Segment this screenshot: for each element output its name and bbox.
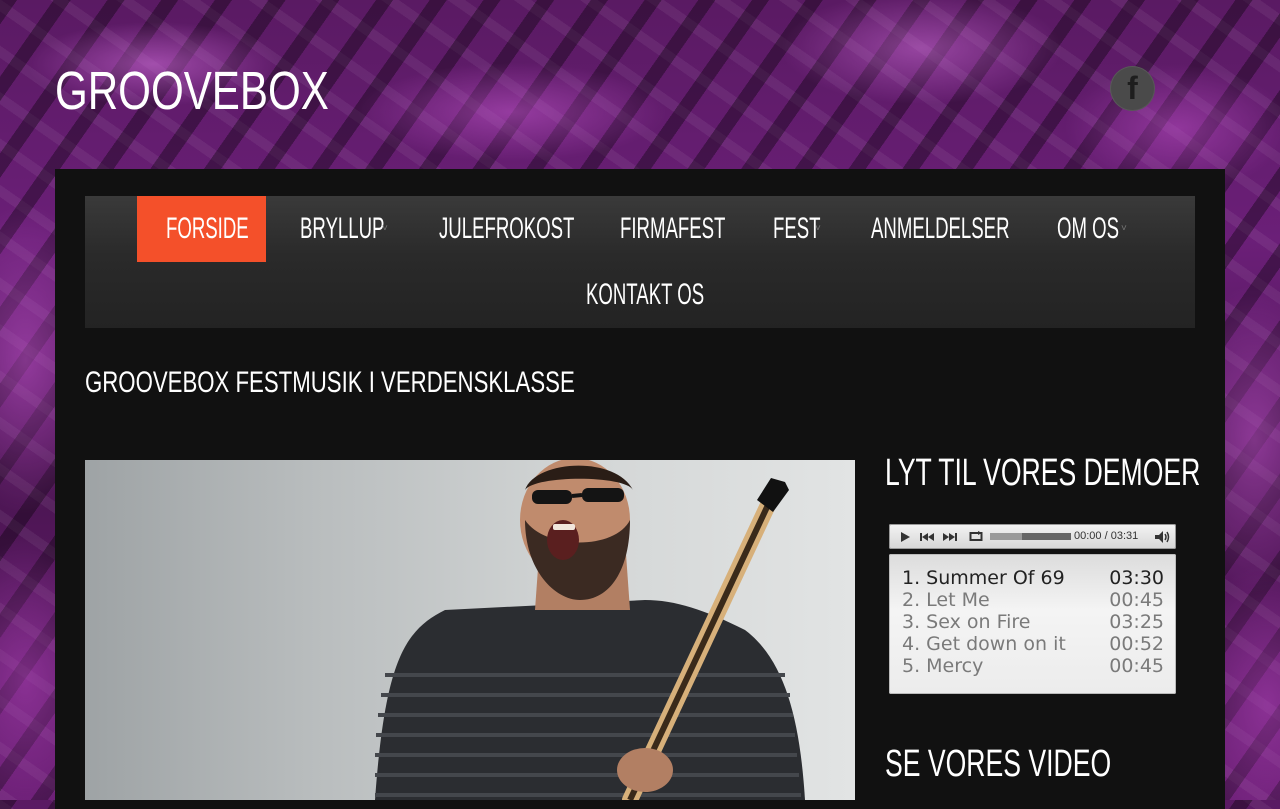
previous-icon[interactable] xyxy=(917,524,937,549)
time-separator: / xyxy=(1104,530,1108,542)
nav-item-firmafest[interactable]: FIRMAFEST xyxy=(620,196,790,262)
track-name: 5. Mercy xyxy=(902,655,984,677)
play-icon[interactable] xyxy=(895,524,915,549)
video-heading: SE VORES VIDEO xyxy=(885,743,1112,785)
track-name: 1. Summer Of 69 xyxy=(902,567,1065,589)
chevron-down-icon: ˅ xyxy=(1121,223,1127,234)
playlist: 1. Summer Of 69 03:30 2. Let Me 00:45 3.… xyxy=(889,554,1176,694)
hero-image xyxy=(85,460,855,800)
time-display: 00:00 / 03:31 xyxy=(1074,524,1138,549)
playlist-item[interactable]: 1. Summer Of 69 03:30 xyxy=(902,567,1164,589)
chevron-down-icon: ˅ xyxy=(815,223,821,234)
page-heading: GROOVEBOX FESTMUSIK I VERDENSKLASSE xyxy=(85,366,575,399)
nav-item-bryllup[interactable]: BRYLLUP ˅ xyxy=(300,196,436,262)
demo-heading: LYT TIL VORES DEMOER xyxy=(885,452,1201,494)
nav-item-forside[interactable]: FORSIDE xyxy=(137,196,266,262)
facebook-icon[interactable]: f xyxy=(1110,66,1155,111)
playlist-item[interactable]: 2. Let Me 00:45 xyxy=(902,589,1164,611)
main-nav: FORSIDE BRYLLUP ˅ JULEFROKOST FIRMAFEST … xyxy=(85,196,1195,328)
track-name: 4. Get down on it xyxy=(902,633,1066,655)
track-duration: 03:25 xyxy=(1109,611,1164,633)
site-title[interactable]: GROOVEBOX xyxy=(55,58,329,124)
progress-bar[interactable] xyxy=(990,533,1071,540)
repeat-icon[interactable] xyxy=(966,524,986,549)
track-name: 2. Let Me xyxy=(902,589,990,611)
nav-item-fest[interactable]: FEST ˅ xyxy=(773,196,850,262)
current-time: 00:00 xyxy=(1074,530,1102,542)
track-duration: 00:52 xyxy=(1109,633,1164,655)
next-icon[interactable] xyxy=(940,524,960,549)
guitarist-photo xyxy=(375,460,805,800)
playlist-item[interactable]: 3. Sex on Fire 03:25 xyxy=(902,611,1164,633)
total-time: 03:31 xyxy=(1110,530,1139,542)
facebook-glyph: f xyxy=(1127,70,1138,106)
playlist-item[interactable]: 4. Get down on it 00:52 xyxy=(902,633,1164,655)
chevron-down-icon: ˅ xyxy=(382,223,388,234)
track-duration: 03:30 xyxy=(1109,567,1164,589)
track-duration: 00:45 xyxy=(1109,589,1164,611)
volume-icon[interactable] xyxy=(1153,524,1173,549)
playlist-item[interactable]: 5. Mercy 00:45 xyxy=(902,655,1164,677)
audio-player: 00:00 / 03:31 xyxy=(889,524,1176,549)
nav-item-om-os[interactable]: OM OS ˅ xyxy=(1057,196,1157,262)
track-duration: 00:45 xyxy=(1109,655,1164,677)
track-name: 3. Sex on Fire xyxy=(902,611,1031,633)
nav-item-kontakt-os[interactable]: KONTAKT OS xyxy=(586,262,777,328)
progress-loaded xyxy=(990,533,1023,540)
